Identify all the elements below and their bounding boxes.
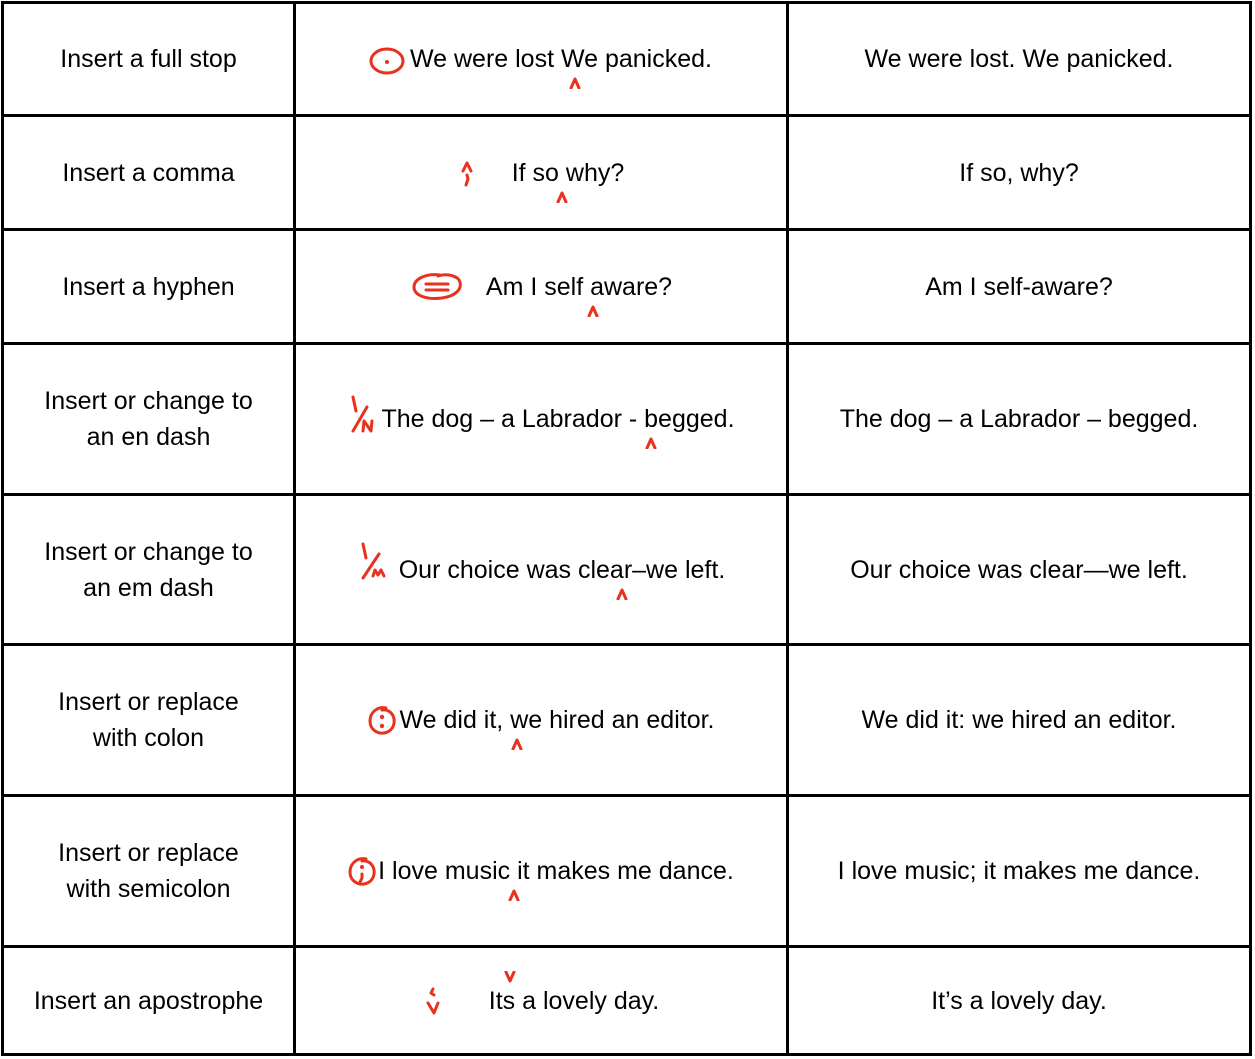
instruction-line-2: with colon	[92, 724, 205, 752]
instruction-text: Insert or replace with colon	[58, 684, 239, 756]
corrected-text: I love music; it makes me dance.	[837, 857, 1201, 885]
instruction-cell: Insert or replace with colon	[4, 646, 296, 794]
corrected-text: We did it: we hired an editor.	[861, 706, 1177, 734]
instruction-line-1: Insert or change to	[44, 387, 253, 415]
comma-caret-icon	[461, 161, 473, 186]
corrected-text: It’s a lovely day.	[931, 986, 1107, 1015]
instruction-cell: Insert or replace with semicolon	[4, 797, 296, 945]
marked-example: We did it, we hired an editor.	[368, 702, 715, 750]
marked-text: The dog – a Labrador - begged.	[381, 405, 735, 433]
marked-text: If so why?	[511, 158, 625, 187]
instruction-line-2: with semicolon	[66, 875, 231, 903]
insert-above-caret-icon	[504, 970, 516, 982]
circled-full-stop-icon	[369, 47, 405, 75]
instruction-text: Insert or change to an en dash	[44, 383, 252, 455]
corrected-text: Am I self-aware?	[925, 272, 1113, 301]
instruction-line-1: Insert or replace	[58, 839, 239, 867]
insert-caret-icon	[616, 588, 628, 600]
circled-hyphen-icon	[412, 272, 462, 300]
corrected-text: We were lost. We panicked.	[864, 45, 1174, 73]
insert-caret-icon	[569, 77, 581, 89]
table-row: Insert a hyphen Am I self aware? Am I se…	[4, 228, 1249, 342]
marked-cell: If so why?	[296, 117, 789, 228]
corrected-text: Our choice was clear—we left.	[850, 555, 1188, 584]
marked-cell: We did it, we hired an editor.	[296, 646, 789, 794]
proofreading-marks-table: Insert a full stop We were lost We panic…	[1, 1, 1252, 1056]
instruction-text: Insert a hyphen	[62, 272, 235, 301]
instruction-cell: Insert a comma	[4, 117, 296, 228]
marked-text: We were lost We panicked.	[410, 45, 712, 73]
insert-caret-icon	[511, 738, 522, 750]
table-row: Insert or change to an em dash Our choic…	[4, 493, 1249, 643]
instruction-line-1: Insert or replace	[58, 688, 239, 716]
marked-cell: The dog – a Labrador - begged.	[296, 345, 789, 493]
marked-cell: Am I self aware?	[296, 231, 789, 342]
table-row: Insert or replace with colon We did it, …	[4, 643, 1249, 794]
instruction-cell: Insert a full stop	[4, 4, 296, 114]
corrected-cell: We did it: we hired an editor.	[789, 646, 1249, 794]
corrected-cell: The dog – a Labrador – begged.	[789, 345, 1249, 493]
marked-cell: I love music it makes me dance.	[296, 797, 789, 945]
insert-caret-icon	[556, 191, 568, 203]
em-dash-mark-icon	[361, 542, 386, 579]
corrected-cell: Am I self-aware?	[789, 231, 1249, 342]
marked-text: Am I self aware?	[485, 272, 673, 301]
marked-example: Our choice was clear–we left.	[357, 542, 726, 600]
table-row: Insert a full stop We were lost We panic…	[4, 4, 1249, 114]
marked-example: The dog – a Labrador - begged.	[347, 395, 735, 449]
instruction-cell: Insert an apostrophe	[4, 948, 296, 1053]
marked-text: We did it, we hired an editor.	[399, 706, 715, 734]
marked-example: I love music it makes me dance.	[348, 853, 734, 901]
marked-example: Am I self aware?	[410, 269, 673, 317]
corrected-cell: It’s a lovely day.	[789, 948, 1249, 1053]
instruction-cell: Insert a hyphen	[4, 231, 296, 342]
instruction-text: Insert or replace with semicolon	[58, 835, 239, 907]
marked-cell: Our choice was clear–we left.	[296, 496, 789, 643]
instruction-text: Insert a full stop	[60, 45, 237, 73]
table-row: Insert a comma If so why? If so, why?	[4, 114, 1249, 228]
insert-caret-icon	[645, 437, 657, 449]
apostrophe-mark-icon	[426, 987, 440, 1014]
marked-cell: Its a lovely day.	[296, 948, 789, 1053]
corrected-cell: If so, why?	[789, 117, 1249, 228]
marked-text: Its a lovely day.	[488, 986, 660, 1015]
corrected-cell: I love music; it makes me dance.	[789, 797, 1249, 945]
instruction-line-2: an en dash	[86, 423, 211, 451]
table-row: Insert or replace with semicolon I love …	[4, 794, 1249, 945]
marked-example: Its a lovely day.	[423, 970, 660, 1019]
instruction-cell: Insert or change to an em dash	[4, 496, 296, 643]
circled-colon-icon	[368, 706, 396, 735]
marked-example: If so why?	[458, 155, 625, 203]
marked-text: Our choice was clear–we left.	[398, 555, 726, 584]
circled-semicolon-icon	[348, 857, 376, 886]
instruction-cell: Insert or change to an en dash	[4, 345, 296, 493]
insert-caret-icon	[508, 889, 520, 901]
instruction-line-2: an em dash	[83, 573, 214, 602]
marked-cell: We were lost We panicked.	[296, 4, 789, 114]
corrected-cell: We were lost. We panicked.	[789, 4, 1249, 114]
table-row: Insert an apostrophe Its a lovely day. I…	[4, 945, 1249, 1053]
corrected-text: If so, why?	[959, 158, 1079, 187]
instruction-text: Insert a comma	[62, 158, 235, 187]
corrected-text: The dog – a Labrador – begged.	[839, 405, 1199, 433]
instruction-line-1: Insert or change to	[44, 537, 253, 566]
marked-text: I love music it makes me dance.	[378, 857, 734, 885]
instruction-text: Insert an apostrophe	[33, 986, 264, 1015]
marked-example: We were lost We panicked.	[369, 41, 712, 89]
instruction-text: Insert or change to an em dash	[44, 534, 252, 606]
table-row: Insert or change to an en dash The dog –…	[4, 342, 1249, 493]
corrected-cell: Our choice was clear—we left.	[789, 496, 1249, 643]
insert-caret-icon	[587, 305, 599, 317]
en-dash-mark-icon	[351, 395, 374, 433]
